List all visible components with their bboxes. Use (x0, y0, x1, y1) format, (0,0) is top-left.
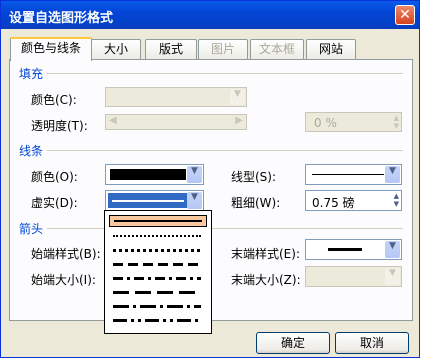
tab-web[interactable]: 网站 (306, 39, 356, 59)
dialog-title: 设置自选图形格式 (9, 11, 114, 26)
dash-line-long-dash-dot-dot (113, 319, 201, 322)
line-section-title: 线条 (19, 144, 44, 158)
dash-line-solid (114, 220, 202, 222)
transparency-value: 0 % (314, 116, 337, 130)
title-bar[interactable]: 设置自选图形格式 ✕ (1, 1, 419, 29)
spinner-icon: ▲ ▼ (393, 114, 399, 130)
fill-color-dropdown[interactable]: ▼ (105, 87, 247, 107)
format-autoshape-dialog: 设置自选图形格式 ✕ 颜色与线条 大小 版式 图片 文本框 网站 填充 颜色(C… (0, 0, 420, 358)
dash-option-solid[interactable] (109, 215, 207, 227)
end-style-label: 末端样式(E): (231, 247, 300, 261)
chevron-down-icon: ▼ (385, 268, 400, 285)
end-style-dropdown[interactable]: ▼ (305, 239, 402, 260)
dash-line-round-dot (113, 235, 201, 237)
dash-dropdown-list (104, 210, 212, 334)
dash-option-long-dash-dot-dot[interactable] (109, 314, 207, 326)
line-style-label: 线型(S): (231, 170, 277, 184)
transparency-input[interactable]: 0 % ▲ ▼ (305, 112, 402, 132)
dash-dropdown[interactable]: ▼ (105, 190, 204, 211)
end-size-dropdown[interactable]: ▼ (305, 266, 402, 287)
arrows-divider (47, 228, 403, 229)
transparency-label: 透明度(T): (31, 119, 88, 133)
end-style-preview (328, 248, 362, 251)
line-color-label: 颜色(O): (31, 170, 78, 184)
dash-option-square-dot[interactable] (109, 244, 207, 256)
spinner-icon[interactable]: ▲ ▼ (394, 192, 399, 208)
tab-size[interactable]: 大小 (91, 39, 141, 59)
dash-preview-solid (112, 200, 184, 202)
close-button[interactable]: ✕ (395, 5, 415, 25)
line-weight-input[interactable]: 0.75 磅 ▲ ▼ (305, 190, 402, 211)
line-color-swatch (110, 169, 186, 180)
transparency-slider[interactable]: ◀ ▶ (105, 114, 247, 130)
cancel-button[interactable]: 取消 (335, 332, 409, 354)
line-style-dropdown[interactable]: ▼ (305, 164, 402, 185)
dash-line-long-dash (113, 291, 201, 294)
chevron-left-icon: ◀ (109, 115, 117, 126)
chevron-down-icon: ▼ (385, 166, 400, 183)
chevron-down-icon: ▼ (187, 192, 202, 209)
ok-button[interactable]: 确定 (256, 332, 330, 354)
line-weight-label: 粗细(W): (231, 196, 281, 210)
tab-textbox[interactable]: 文本框 (250, 39, 304, 59)
dash-line-long-dash-dot (113, 305, 201, 308)
chevron-down-icon: ▼ (385, 241, 400, 258)
chevron-right-icon: ▶ (235, 115, 243, 126)
line-style-preview (312, 174, 384, 175)
begin-size-label: 始端大小(I): (31, 273, 96, 287)
tab-colors-lines[interactable]: 颜色与线条 (10, 37, 92, 61)
begin-style-label: 始端样式(B): (31, 247, 101, 261)
dash-selected-highlight (108, 193, 188, 208)
chevron-down-icon: ▼ (230, 89, 245, 105)
dash-line-dash-dot (113, 277, 201, 280)
dash-line-square-dot (113, 249, 201, 252)
dash-label: 虚实(D): (31, 196, 78, 210)
end-size-label: 末端大小(Z): (231, 273, 301, 287)
dash-option-round-dot[interactable] (109, 230, 207, 242)
line-color-dropdown[interactable]: ▼ (105, 164, 204, 185)
fill-divider (47, 73, 403, 74)
dash-option-dash-dot[interactable] (109, 272, 207, 284)
arrows-section-title: 箭头 (19, 222, 44, 236)
fill-color-label: 颜色(C): (31, 93, 77, 107)
dash-option-long-dash[interactable] (109, 286, 207, 298)
dash-option-long-dash-dot[interactable] (109, 300, 207, 312)
close-icon: ✕ (399, 7, 411, 23)
tab-layout[interactable]: 版式 (145, 39, 197, 59)
chevron-down-icon: ▼ (187, 166, 202, 183)
tab-picture[interactable]: 图片 (198, 39, 248, 59)
fill-section-title: 填充 (19, 67, 44, 81)
line-weight-value: 0.75 磅 (312, 196, 355, 210)
dash-line-dash (113, 263, 201, 266)
line-divider (47, 150, 403, 151)
dash-option-dash[interactable] (109, 258, 207, 270)
